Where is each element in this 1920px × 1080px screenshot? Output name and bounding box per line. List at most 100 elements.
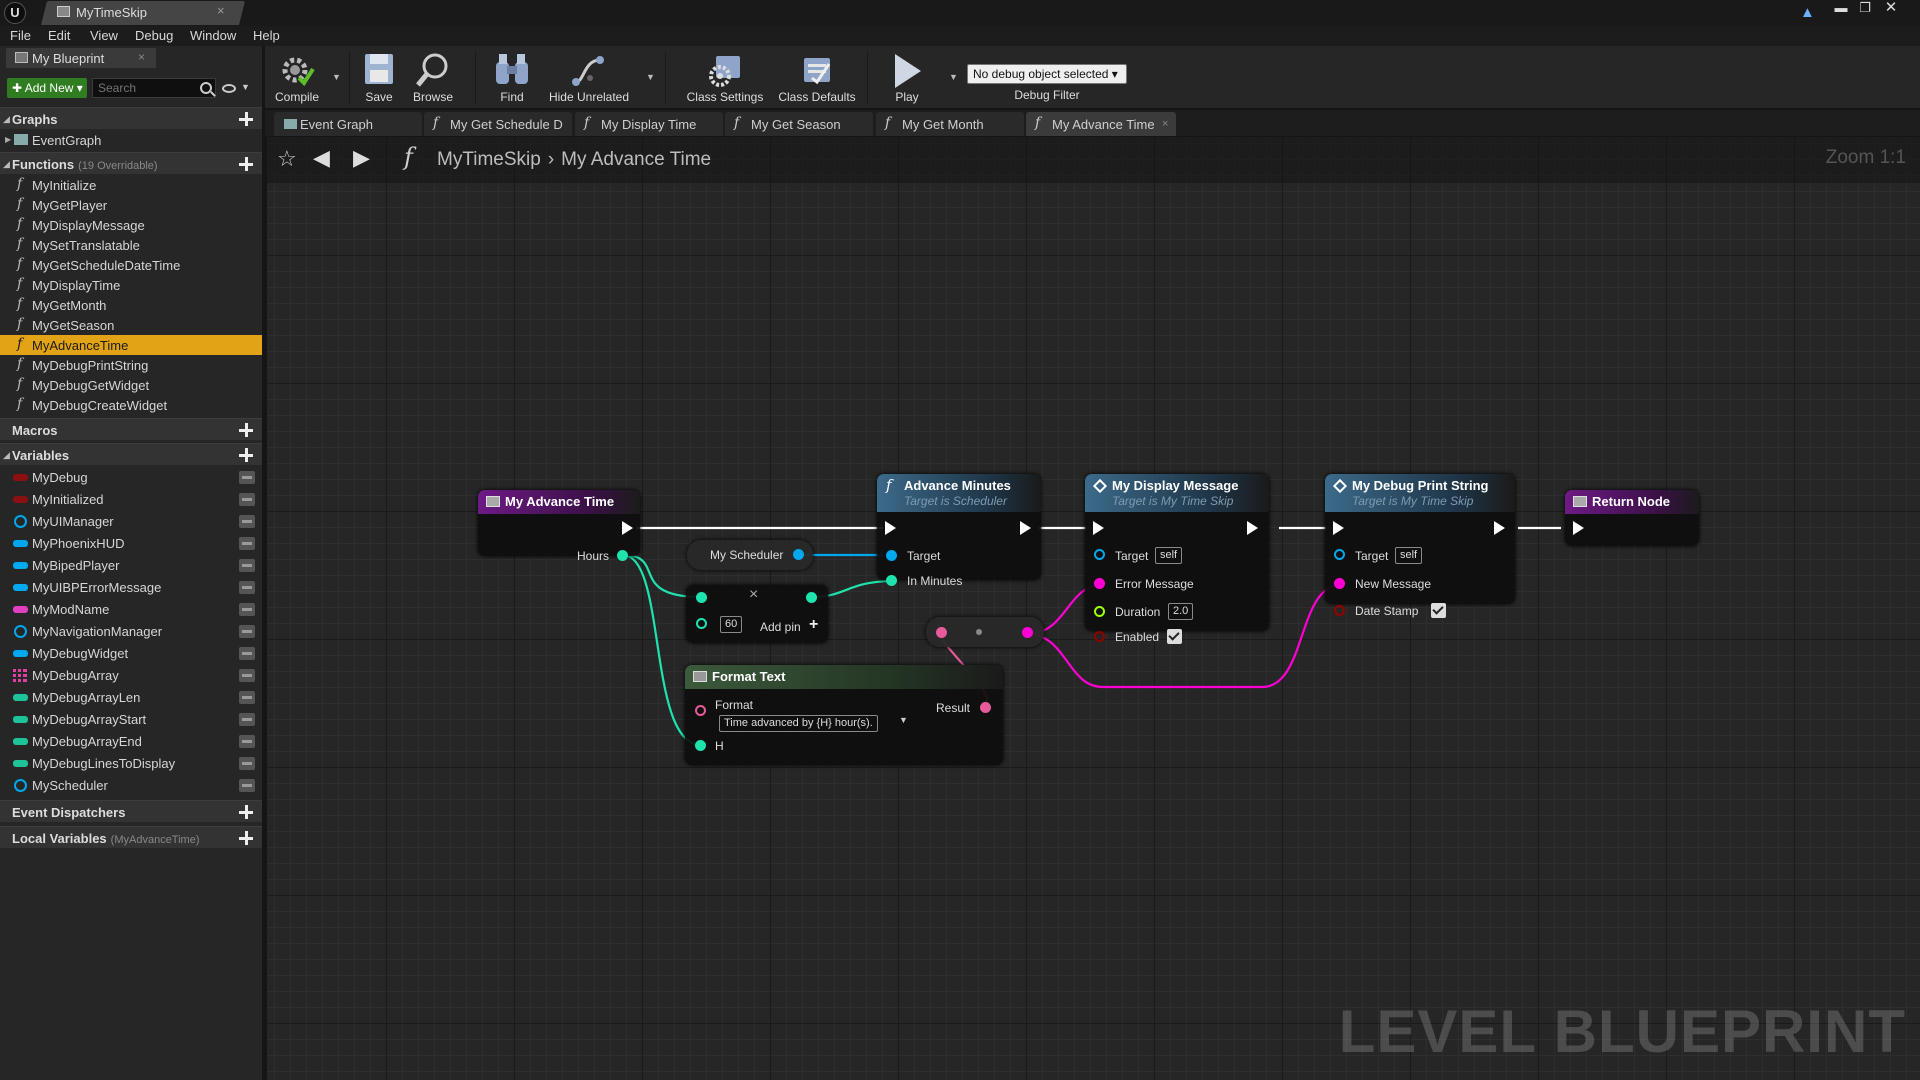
menu-view[interactable]: View bbox=[90, 28, 118, 43]
graphs-section-header[interactable]: ◢ Graphs bbox=[0, 107, 262, 129]
hours-pin[interactable] bbox=[617, 550, 628, 561]
add-function-plus-icon[interactable] bbox=[238, 156, 254, 172]
function-item[interactable]: f MyGetMonth bbox=[0, 295, 262, 315]
menu-help[interactable]: Help bbox=[253, 28, 280, 43]
entry-node[interactable]: My Advance Time Hours bbox=[478, 490, 640, 563]
return-node[interactable]: Return Node bbox=[1565, 490, 1699, 546]
h-pin[interactable] bbox=[695, 740, 706, 751]
collapse-icon[interactable]: ◢ bbox=[3, 159, 10, 170]
exec-out-pin[interactable] bbox=[1494, 521, 1505, 535]
function-item[interactable]: f MySetTranslatable bbox=[0, 235, 262, 255]
variable-item[interactable]: MyDebugLinesToDisplay bbox=[0, 752, 262, 774]
visibility-toggle-icon[interactable] bbox=[239, 581, 255, 594]
variable-item[interactable]: MyUIBPErrorMessage bbox=[0, 576, 262, 598]
variables-section-header[interactable]: ◢ Variables bbox=[0, 443, 262, 465]
play-button[interactable]: Play bbox=[879, 46, 935, 108]
visibility-toggle-icon[interactable] bbox=[239, 471, 255, 484]
compile-options-caret[interactable]: ▼ bbox=[332, 72, 341, 82]
add-dispatcher-plus-icon[interactable] bbox=[238, 804, 254, 820]
multiply-node[interactable]: × 60 Add pin + bbox=[686, 585, 828, 643]
display-message-node[interactable]: My Display Message Target is My Time Ski… bbox=[1085, 474, 1269, 644]
enabled-checkbox[interactable] bbox=[1167, 629, 1182, 644]
close-tab-icon[interactable]: × bbox=[217, 3, 225, 18]
function-item[interactable]: f MyGetPlayer bbox=[0, 195, 262, 215]
add-pin-label[interactable]: Add pin bbox=[760, 620, 801, 634]
variable-item[interactable]: MyDebugArrayStart bbox=[0, 708, 262, 730]
close-panel-icon[interactable]: × bbox=[138, 50, 145, 64]
format-pin[interactable] bbox=[695, 705, 706, 716]
minimize-icon[interactable]: ▬ bbox=[1830, 1, 1852, 17]
restore-icon[interactable]: ❐ bbox=[1854, 1, 1876, 17]
scheduler-out-pin[interactable] bbox=[793, 549, 804, 560]
visibility-toggle-icon[interactable] bbox=[239, 669, 255, 682]
conversion-out-pin[interactable] bbox=[1022, 627, 1033, 638]
class-defaults-button[interactable]: Class Defaults bbox=[775, 46, 859, 108]
hide-unrelated-options-caret[interactable]: ▼ bbox=[646, 72, 655, 82]
exec-in-pin[interactable] bbox=[1093, 521, 1104, 535]
variable-item[interactable]: MyScheduler bbox=[0, 774, 262, 796]
multiply-out-pin[interactable] bbox=[806, 592, 817, 603]
target-pin[interactable] bbox=[1094, 549, 1105, 560]
graph-item-eventgraph[interactable]: ▶ EventGraph bbox=[0, 130, 262, 150]
function-item[interactable]: f MyDebugCreateWidget bbox=[0, 395, 262, 415]
multiply-in-pin-a[interactable] bbox=[696, 592, 707, 603]
chevron-down-icon[interactable]: ▼ bbox=[899, 715, 908, 725]
menu-file[interactable]: File bbox=[10, 28, 31, 43]
tab-my-advance-time[interactable]: f My Advance Time × bbox=[1026, 112, 1176, 136]
collapse-icon[interactable]: ◢ bbox=[3, 450, 10, 461]
variable-item[interactable]: MyBipedPlayer bbox=[0, 554, 262, 576]
visibility-toggle-icon[interactable] bbox=[239, 559, 255, 572]
visibility-toggle-icon[interactable] bbox=[239, 757, 255, 770]
format-text-node[interactable]: Format Text Format Time advanced by {H} … bbox=[685, 665, 1003, 765]
function-item[interactable]: f MyInitialize bbox=[0, 175, 262, 195]
variable-item[interactable]: MyDebug bbox=[0, 466, 262, 488]
function-item[interactable]: f MyDisplayMessage bbox=[0, 215, 262, 235]
result-pin[interactable] bbox=[980, 702, 991, 713]
close-tab-icon[interactable]: × bbox=[1162, 118, 1168, 130]
visibility-toggle-icon[interactable] bbox=[239, 647, 255, 660]
event-dispatchers-section-header[interactable]: Event Dispatchers bbox=[0, 800, 262, 822]
variable-item[interactable]: MyDebugArrayEnd bbox=[0, 730, 262, 752]
new-message-pin[interactable] bbox=[1334, 578, 1345, 589]
advance-minutes-node[interactable]: f Advance Minutes Target is Scheduler Ta… bbox=[877, 474, 1041, 588]
enabled-pin[interactable] bbox=[1094, 631, 1105, 642]
variable-item[interactable]: MyDebugArrayLen bbox=[0, 686, 262, 708]
tab-my-get-schedule[interactable]: f My Get Schedule D bbox=[424, 112, 572, 136]
add-new-button[interactable]: ✚ Add New ▾ bbox=[7, 78, 87, 98]
menu-edit[interactable]: Edit bbox=[48, 28, 70, 43]
chevron-down-icon[interactable]: ▼ bbox=[241, 82, 250, 92]
expand-icon[interactable]: ▶ bbox=[5, 135, 11, 144]
close-window-icon[interactable]: ✕ bbox=[1880, 0, 1902, 17]
function-item[interactable]: f MyGetSeason bbox=[0, 315, 262, 335]
hide-unrelated-button[interactable]: Hide Unrelated bbox=[547, 46, 631, 108]
multiply-value-box[interactable]: 60 bbox=[720, 616, 743, 633]
debug-object-dropdown[interactable]: No debug object selected ▾ bbox=[967, 64, 1127, 84]
tab-event-graph[interactable]: Event Graph bbox=[274, 112, 422, 136]
variable-item[interactable]: MyDebugArray bbox=[0, 664, 262, 686]
conversion-in-pin[interactable] bbox=[936, 627, 947, 638]
exec-in-pin[interactable] bbox=[885, 521, 896, 535]
variable-item[interactable]: MyDebugWidget bbox=[0, 642, 262, 664]
search-icon[interactable] bbox=[200, 82, 212, 94]
add-pin-plus-icon[interactable]: + bbox=[809, 616, 818, 634]
save-button[interactable]: Save bbox=[357, 46, 401, 108]
conversion-node[interactable] bbox=[926, 617, 1044, 647]
view-options-icon[interactable] bbox=[222, 84, 236, 93]
visibility-toggle-icon[interactable] bbox=[239, 713, 255, 726]
date-stamp-pin[interactable] bbox=[1334, 605, 1345, 616]
date-stamp-checkbox[interactable] bbox=[1431, 603, 1446, 618]
exec-in-pin[interactable] bbox=[1573, 521, 1584, 535]
exec-out-pin[interactable] bbox=[622, 521, 633, 535]
visibility-toggle-icon[interactable] bbox=[239, 603, 255, 616]
format-value-box[interactable]: Time advanced by {H} hour(s). bbox=[719, 715, 878, 732]
function-item[interactable]: f MyAdvanceTime bbox=[0, 335, 262, 355]
visibility-toggle-icon[interactable] bbox=[239, 625, 255, 638]
visibility-toggle-icon[interactable] bbox=[239, 691, 255, 704]
graph-canvas[interactable]: ☆ ◀ ▶ f MyTimeSkip › My Advance Time Zoom … bbox=[267, 137, 1920, 1080]
exec-out-pin[interactable] bbox=[1247, 521, 1258, 535]
exec-out-pin[interactable] bbox=[1020, 521, 1031, 535]
search-input[interactable] bbox=[92, 78, 216, 98]
find-button[interactable]: Find bbox=[487, 46, 537, 108]
function-item[interactable]: f MyGetScheduleDateTime bbox=[0, 255, 262, 275]
function-item[interactable]: f MyDebugPrintString bbox=[0, 355, 262, 375]
